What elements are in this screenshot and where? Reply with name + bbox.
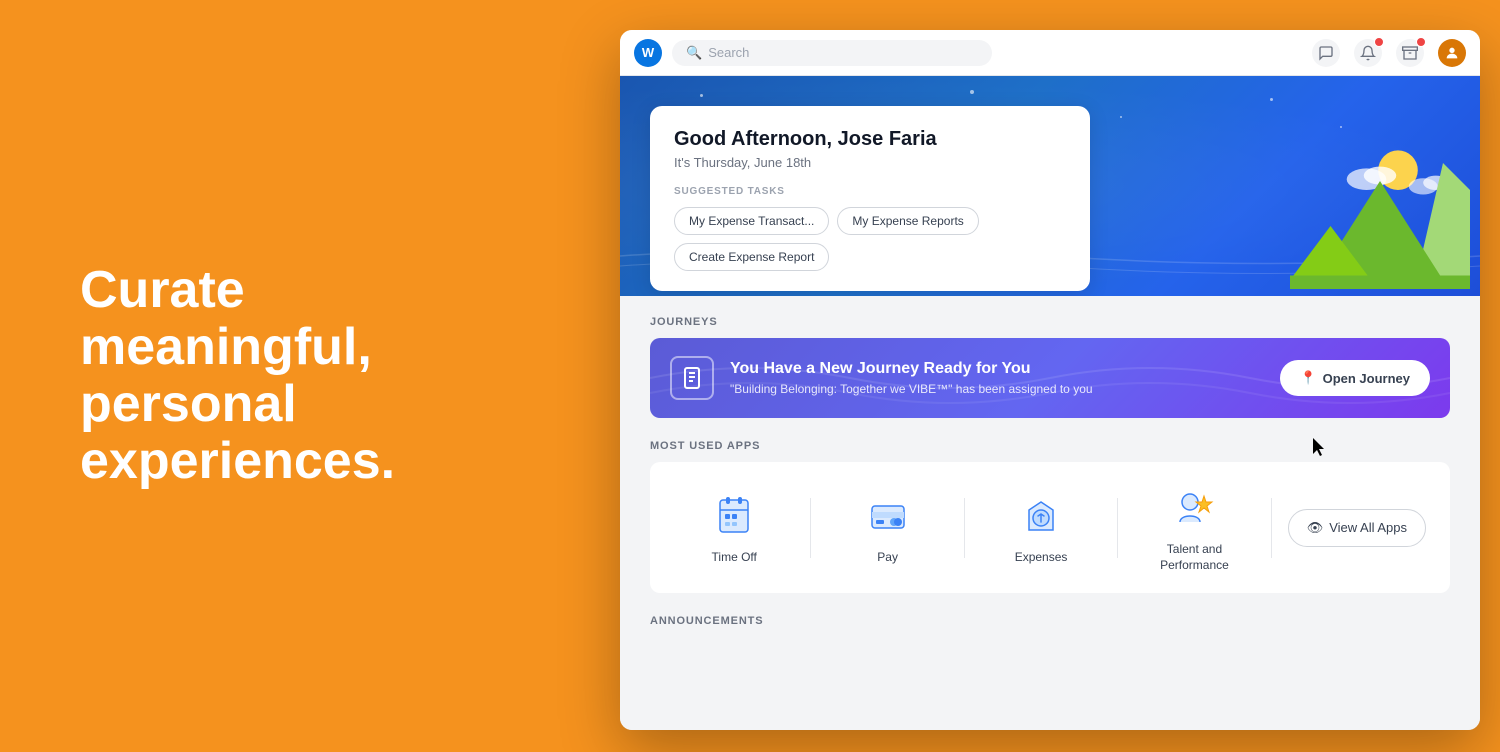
journey-title: You Have a New Journey Ready for You	[730, 360, 1264, 378]
app-label-pay: Pay	[877, 550, 898, 566]
search-placeholder: Search	[708, 45, 749, 60]
suggested-tasks-label: SUGGESTED TASKS	[674, 186, 1066, 197]
greeting-card: Good Afternoon, Jose Faria It's Thursday…	[650, 106, 1090, 291]
open-journey-button[interactable]: 📍 Open Journey	[1280, 360, 1430, 396]
journey-banner: You Have a New Journey Ready for You "Bu…	[650, 338, 1450, 418]
journeys-section-label: JOURNEYS	[650, 316, 1450, 328]
expenses-icon	[1015, 490, 1067, 542]
journey-icon-wrap	[670, 356, 714, 400]
view-all-label: View All Apps	[1329, 520, 1407, 535]
app-item-expenses[interactable]: Expenses	[981, 490, 1101, 566]
talent-icon	[1168, 482, 1220, 534]
hero-text: Curate meaningful, personal experiences.	[80, 262, 395, 491]
open-journey-label: Open Journey	[1323, 371, 1410, 386]
view-all-apps-button[interactable]: 👁 View All Apps	[1288, 509, 1426, 547]
top-bar-right	[1312, 39, 1466, 67]
apps-divider-4	[1271, 498, 1272, 558]
pay-icon	[862, 490, 914, 542]
location-icon: 📍	[1300, 370, 1316, 386]
time-off-icon	[708, 490, 760, 542]
app-item-time-off[interactable]: Time Off	[674, 490, 794, 566]
user-avatar[interactable]	[1438, 39, 1466, 67]
search-icon: 🔍	[686, 45, 702, 61]
mountain-illustration	[1290, 136, 1470, 296]
notification-badge	[1374, 37, 1384, 47]
chat-icon[interactable]	[1312, 39, 1340, 67]
main-content: JOURNEYS You Have a New Journey Ready fo…	[620, 296, 1480, 730]
notification-icon[interactable]	[1354, 39, 1382, 67]
hero-line2: meaningful,	[80, 318, 372, 376]
greeting-title: Good Afternoon, Jose Faria	[674, 128, 1066, 151]
search-bar[interactable]: 🔍 Search	[672, 40, 992, 66]
apps-divider-2	[964, 498, 965, 558]
app-label-expenses: Expenses	[1015, 550, 1068, 566]
greeting-date: It's Thursday, June 18th	[674, 155, 1066, 170]
hero-line4: experiences.	[80, 432, 395, 490]
apps-divider-1	[810, 498, 811, 558]
cursor	[1313, 438, 1325, 456]
hero-banner: Good Afternoon, Jose Faria It's Thursday…	[620, 76, 1480, 296]
top-bar: W 🔍 Search	[620, 30, 1480, 76]
task-btn-create-expense[interactable]: Create Expense Report	[674, 243, 829, 271]
apps-card: Time Off Pay	[650, 462, 1450, 593]
apps-divider-3	[1117, 498, 1118, 558]
announcements-section-label: ANNOUNCEMENTS	[650, 615, 1450, 627]
inbox-badge	[1416, 37, 1426, 47]
task-btn-expense-reports[interactable]: My Expense Reports	[837, 207, 978, 235]
app-item-pay[interactable]: Pay	[827, 490, 947, 566]
journey-text: You Have a New Journey Ready for You "Bu…	[730, 360, 1264, 396]
task-btn-expense-transactions[interactable]: My Expense Transact...	[674, 207, 829, 235]
workday-logo: W	[634, 39, 662, 67]
hero-line1: Curate	[80, 261, 245, 319]
task-buttons: My Expense Transact... My Expense Report…	[674, 207, 1066, 271]
apps-section-label: MOST USED APPS	[650, 440, 1450, 452]
app-item-talent[interactable]: Talent and Performance	[1134, 482, 1254, 573]
inbox-icon[interactable]	[1396, 39, 1424, 67]
eye-icon: 👁	[1307, 520, 1324, 536]
left-panel: Curate meaningful, personal experiences.	[0, 0, 480, 752]
journey-subtitle: "Building Belonging: Together we VIBE™" …	[730, 382, 1264, 396]
browser-window: W 🔍 Search	[620, 30, 1480, 730]
hero-line3: personal	[80, 375, 297, 433]
app-label-talent: Talent and Performance	[1160, 542, 1229, 573]
app-label-time-off: Time Off	[712, 550, 757, 566]
